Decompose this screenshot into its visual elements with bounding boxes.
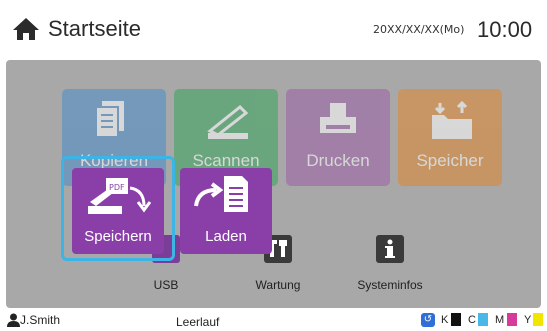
user-name[interactable]: J.Smith — [20, 313, 60, 327]
load-button[interactable]: Laden — [180, 168, 272, 254]
ink-label-k: K — [441, 314, 449, 326]
page-title: Startseite — [48, 16, 141, 41]
print-tile-label: Drucken — [306, 151, 370, 170]
storage-tile-label: Speicher — [416, 151, 484, 170]
ink-level-m — [507, 313, 517, 326]
status-bar: J.Smith Leerlauf ↺ K C M Y — [0, 309, 547, 331]
machine-status: Leerlauf — [176, 315, 220, 329]
load-button-label: Laden — [205, 228, 247, 245]
home-icon[interactable] — [12, 17, 40, 41]
printer-icon — [320, 103, 356, 133]
user-icon — [7, 313, 20, 327]
ink-level-k — [451, 313, 461, 326]
storage-folder-icon — [432, 100, 472, 139]
save-button-label: Speichern — [84, 228, 152, 245]
ink-level-c — [478, 313, 488, 326]
date-display: 20XX/XX/XX(Mo) — [373, 23, 465, 36]
print-tile[interactable]: Drucken — [286, 89, 390, 186]
save-button[interactable]: PDF Speichern — [72, 168, 164, 254]
scan-to-pdf-icon: PDF — [88, 178, 152, 214]
header-bar: Startseite 20XX/XX/XX(Mo) 10:00 — [0, 0, 547, 60]
scanner-icon — [207, 104, 249, 139]
info-icon — [376, 235, 404, 263]
ink-label-c: C — [468, 314, 476, 326]
storage-tile[interactable]: Speicher — [398, 89, 502, 186]
ink-level-y — [533, 313, 543, 326]
maintenance-label: Wartung — [255, 278, 301, 292]
document-icon — [95, 101, 124, 138]
ink-settings-icon[interactable]: ↺ — [421, 313, 435, 327]
ink-label-m: M — [495, 314, 505, 326]
system-info-button[interactable]: Systeminfos — [357, 235, 423, 308]
ink-label-y: Y — [524, 314, 532, 326]
system-info-label: Systeminfos — [357, 278, 423, 292]
usb-label: USB — [153, 278, 179, 292]
time-display: 10:00 — [477, 17, 533, 42]
svg-text:PDF: PDF — [109, 183, 125, 192]
load-document-icon — [194, 176, 248, 212]
home-menu-area: Kopieren Scannen Drucken Speicher USB Wa… — [6, 60, 541, 308]
